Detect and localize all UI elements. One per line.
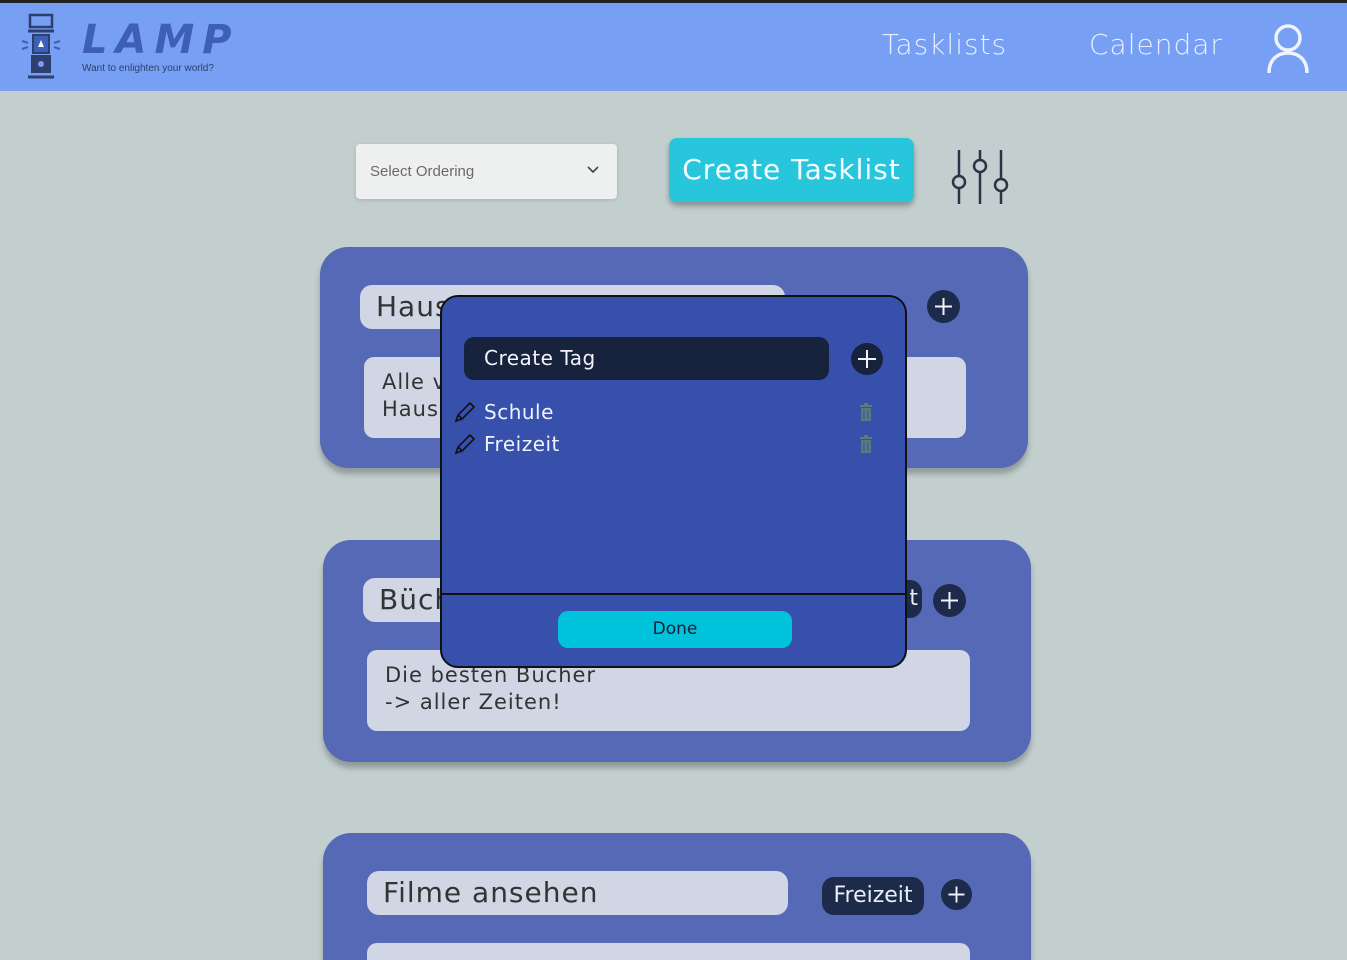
- trash-icon[interactable]: [859, 403, 873, 421]
- plus-icon: [948, 886, 965, 903]
- nav-calendar[interactable]: Calendar: [1089, 28, 1223, 61]
- nav-tasklists[interactable]: Tasklists: [882, 28, 1007, 61]
- pencil-edit-icon[interactable]: [454, 401, 476, 423]
- tag-manager-dialog: Create Tag Schule Freizeit Done: [440, 295, 907, 668]
- tag-list-item: Schule: [452, 398, 892, 428]
- add-tag-icon[interactable]: [850, 342, 884, 376]
- tag-list-item: Freizeit: [452, 430, 892, 460]
- filter-sliders-icon[interactable]: [950, 148, 1012, 206]
- tasklist-description[interactable]: [367, 943, 970, 960]
- tasklist-card[interactable]: Filme ansehen Freizeit: [323, 833, 1031, 960]
- logo-tagline: Want to enlighten your world?: [82, 63, 214, 74]
- add-tag-button[interactable]: [933, 584, 966, 617]
- lamp-logo-icon[interactable]: [20, 13, 68, 81]
- logo-text: LAMP: [82, 17, 240, 63]
- tag-label[interactable]: Freizeit: [484, 432, 560, 456]
- plus-icon: [935, 298, 952, 315]
- chevron-down-icon: [587, 166, 599, 174]
- plus-icon: [941, 592, 958, 609]
- done-button[interactable]: Done: [558, 611, 792, 648]
- create-tag-input[interactable]: Create Tag: [464, 337, 829, 380]
- description-line: -> aller Zeiten!: [385, 690, 562, 714]
- tasklist-title[interactable]: Filme ansehen: [367, 871, 788, 915]
- trash-icon[interactable]: [859, 435, 873, 453]
- dialog-divider: [442, 593, 905, 595]
- user-profile-icon[interactable]: [1266, 23, 1310, 75]
- tag-label[interactable]: Schule: [484, 400, 554, 424]
- add-tag-button[interactable]: [927, 290, 960, 323]
- tasklist-tag[interactable]: Freizeit: [822, 877, 924, 915]
- ordering-select[interactable]: Select Ordering: [356, 144, 617, 199]
- create-tasklist-button[interactable]: Create Tasklist: [669, 138, 914, 202]
- top-navigation-bar: LAMP Want to enlighten your world? Taskl…: [0, 0, 1347, 91]
- add-tag-button[interactable]: [941, 879, 972, 910]
- pencil-edit-icon[interactable]: [454, 433, 476, 455]
- ordering-placeholder: Select Ordering: [370, 163, 475, 180]
